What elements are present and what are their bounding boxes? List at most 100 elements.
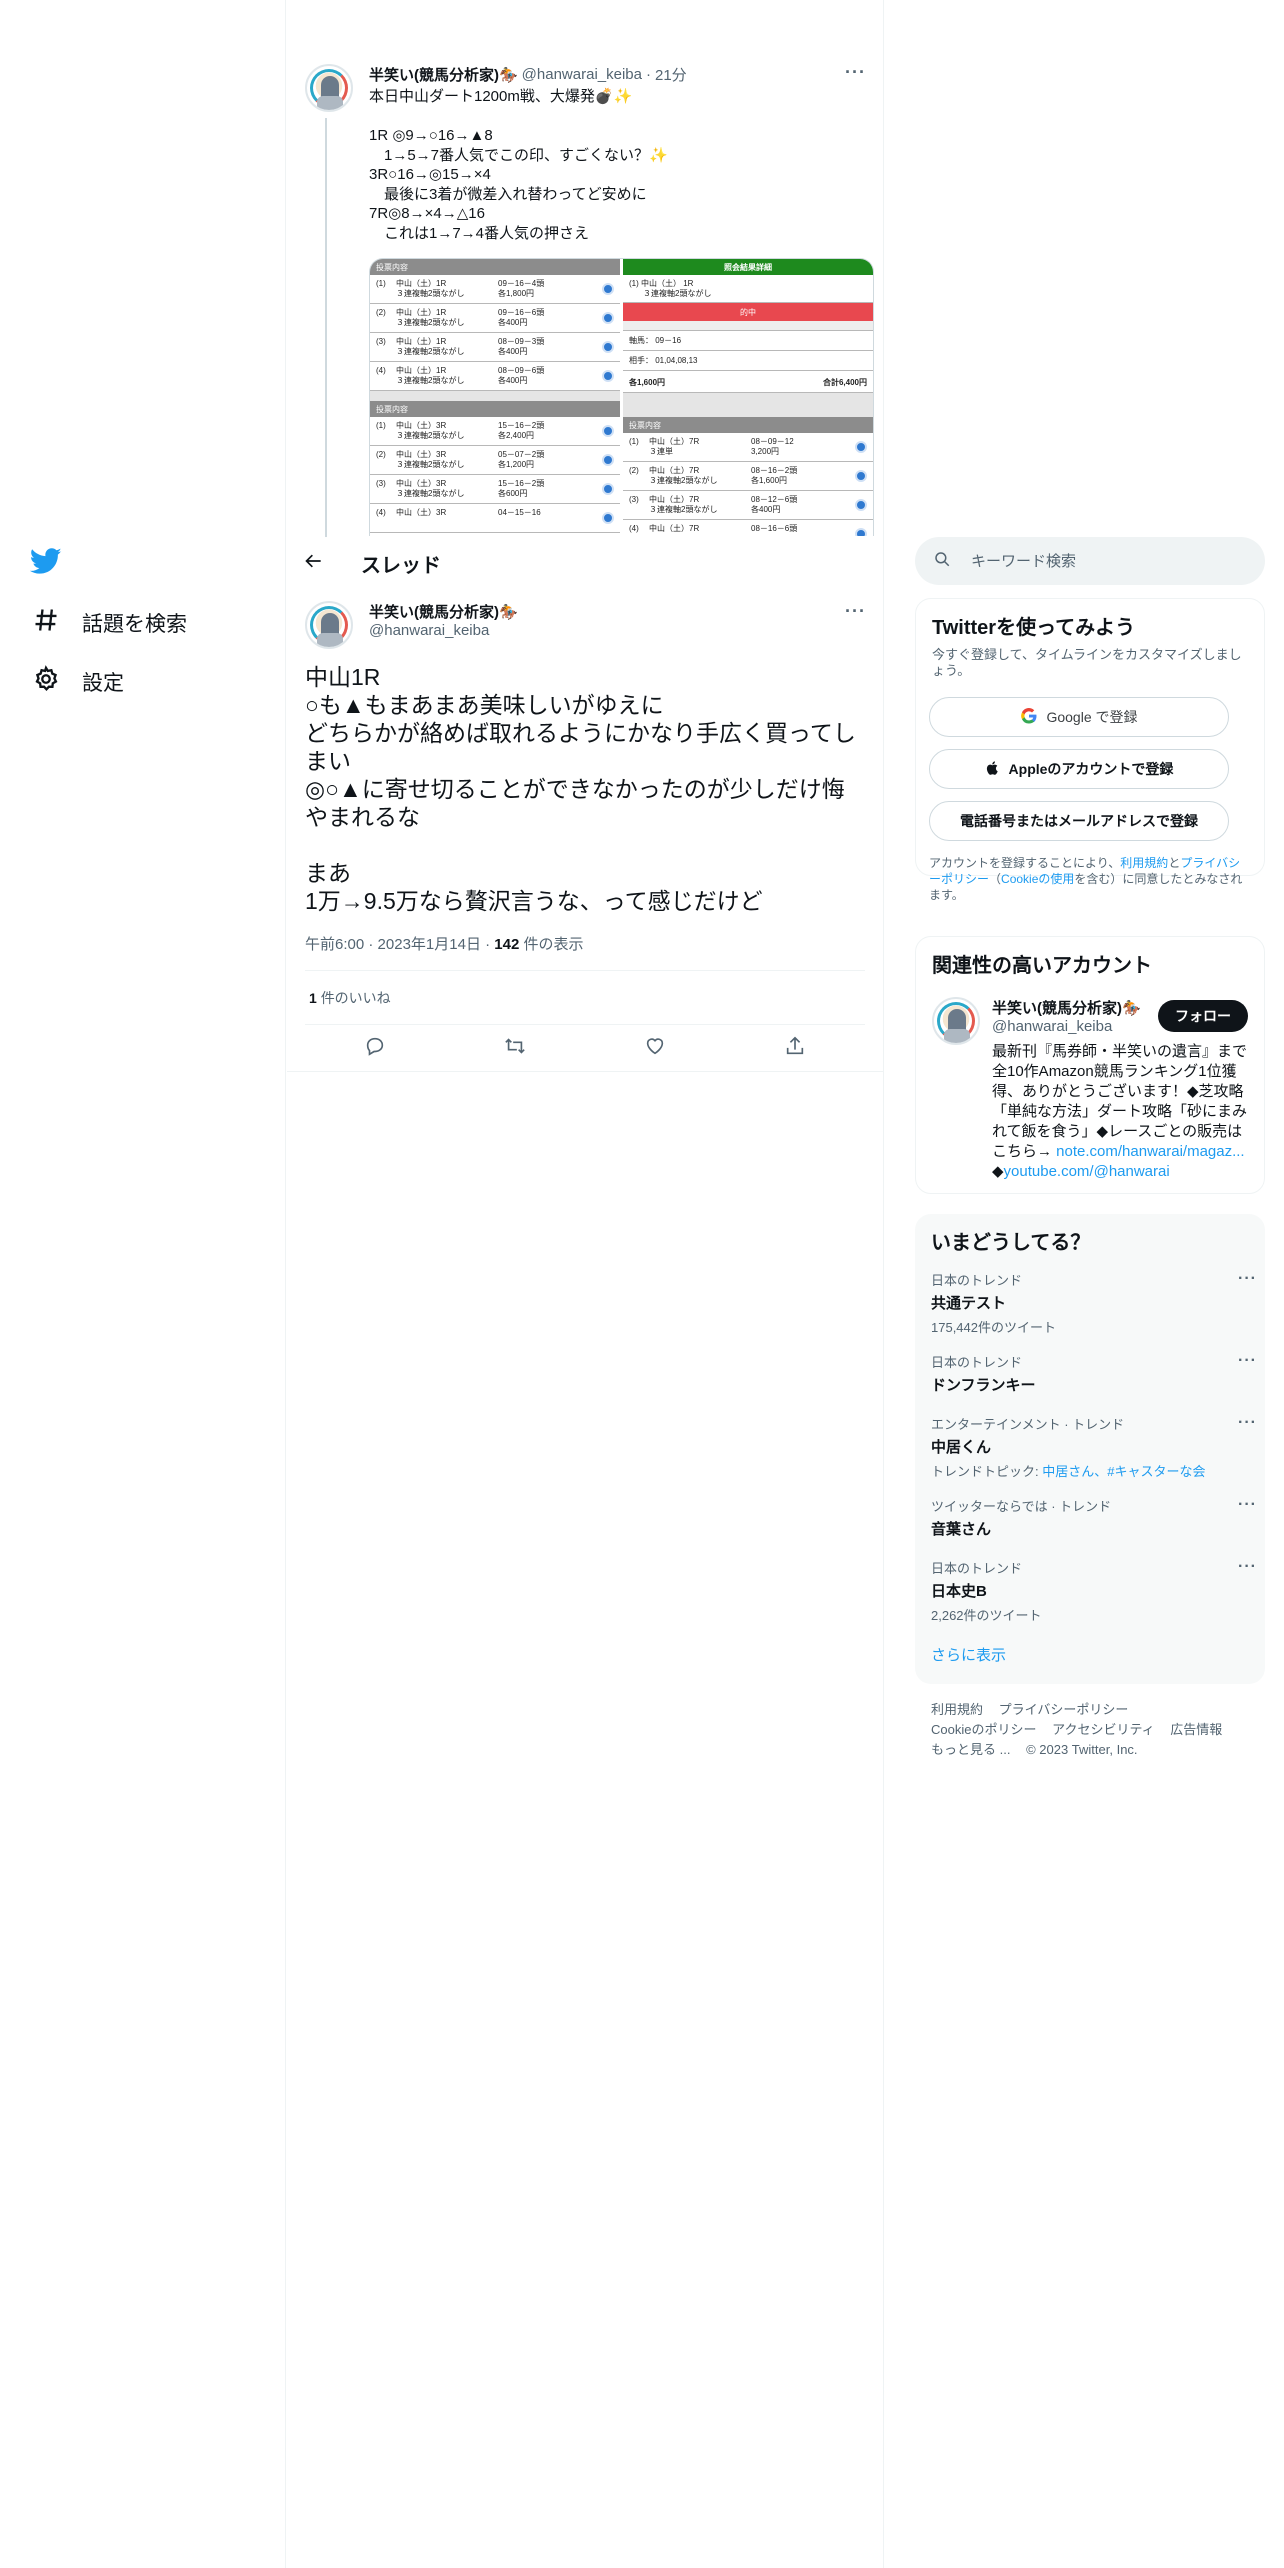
hashtag-icon xyxy=(32,606,60,640)
author-name[interactable]: 半笑い(競馬分析家)🏇 xyxy=(369,601,518,622)
slip-row-no: (3) xyxy=(376,337,386,346)
google-signup-button[interactable]: Google で登録 xyxy=(929,697,1229,737)
apple-signup-button[interactable]: Appleのアカウントで登録 xyxy=(929,749,1229,789)
cookie-link[interactable]: Cookieの使用 xyxy=(1001,872,1074,886)
slip-row-horses: 09－16－4頭 各1,800円 xyxy=(498,279,545,298)
like-count: 1 xyxy=(309,990,317,1006)
more-options-icon[interactable]: ··· xyxy=(1238,1414,1257,1432)
slip-row-race: 中山（土）1R ３連複軸2頭ながし xyxy=(396,279,465,298)
bio-link-youtube[interactable]: youtube.com/@hanwarai xyxy=(1004,1163,1170,1180)
legal-text: （ xyxy=(989,872,1002,886)
trend-context: 日本のトレンド xyxy=(931,1561,1023,1576)
tweet-time[interactable]: 午前6:00 xyxy=(305,936,364,953)
slip-row: (1) 中山（土）7R ３連単 08－09－12 3,200円 xyxy=(623,433,873,462)
like-button[interactable] xyxy=(638,1031,672,1065)
tweet-actions xyxy=(305,1025,865,1071)
nav-explore[interactable]: 話題を検索 xyxy=(32,606,187,640)
share-button[interactable] xyxy=(778,1031,812,1065)
slip-row-race: 中山（土）3R ３連複軸2頭ながし xyxy=(396,450,465,469)
slip-row-race: 中山（土）1R ３連複軸2頭ながし xyxy=(396,366,465,385)
view-label: 件の表示 xyxy=(523,936,584,953)
footer-privacy-link[interactable]: プライバシーポリシー xyxy=(999,1702,1129,1717)
separator: · xyxy=(645,66,651,83)
trend-item[interactable]: 日本のトレンド ドンフランキー ··· xyxy=(931,1352,1256,1395)
slip-hit-badge: 的中 xyxy=(623,303,873,321)
footer-ads-link[interactable]: 広告情報 xyxy=(1170,1722,1222,1737)
footer-accessibility-link[interactable]: アクセシビリティ xyxy=(1052,1722,1155,1737)
trend-count: 2,262件のツイート xyxy=(931,1608,1042,1623)
chevron-right-icon xyxy=(602,341,614,353)
nav-settings[interactable]: 設定 xyxy=(32,665,124,699)
slip-row-no: (2) xyxy=(376,450,386,459)
more-options-icon[interactable]: ··· xyxy=(1238,1558,1257,1576)
trend-item[interactable]: エンターテインメント · トレンド 中居くん トレンドトピック: 中居さん、#キャス… xyxy=(931,1414,1256,1480)
related-account-handle[interactable]: @hanwarai_keiba xyxy=(992,1018,1112,1035)
slip-row: (3) 中山（土）7R ３連複軸2頭ながし 08－12－6頭 各400円 xyxy=(623,491,873,520)
betting-slip-left: 投票内容 (1) 中山（土）1R ３連複軸2頭ながし 09－16－4頭 各1,800円(… xyxy=(370,259,620,533)
apple-signup-label: Appleのアカウントで登録 xyxy=(1008,761,1174,777)
reply-button[interactable] xyxy=(358,1031,392,1065)
slip-row-horses: 05－07－2頭 各1,200円 xyxy=(498,450,545,469)
more-options-icon[interactable]: ··· xyxy=(845,601,866,622)
slip-row-horses: 15－16－2頭 各600円 xyxy=(498,479,545,498)
bio-link-note[interactable]: note.com/hanwarai/magaz... xyxy=(1056,1143,1244,1160)
slip-row-race: 中山（土）3R ３連複軸2頭ながし xyxy=(396,421,465,440)
thread-connector-line xyxy=(325,118,327,538)
tweet-media-image[interactable]: 投票内容 (1) 中山（土）1R ３連複軸2頭ながし 09－16－4頭 各1,800円(… xyxy=(369,258,874,536)
show-more-link[interactable]: さらに表示 xyxy=(931,1644,1006,1665)
avatar[interactable] xyxy=(932,997,980,1045)
slip-row: (2) 中山（土）7R ３連複軸2頭ながし 08－16－2頭 各1,600円 xyxy=(623,462,873,491)
footer-copyright: © 2023 Twitter, Inc. xyxy=(1026,1742,1138,1757)
divider xyxy=(287,1071,883,1072)
more-options-icon[interactable]: ··· xyxy=(1238,1270,1257,1288)
more-options-icon[interactable]: ··· xyxy=(845,62,866,83)
avatar[interactable] xyxy=(305,601,353,649)
back-button[interactable] xyxy=(297,547,331,581)
slip-row-race: 中山（土）3R ３連複軸2頭ながし xyxy=(396,479,465,498)
terms-link[interactable]: 利用規約 xyxy=(1120,856,1168,870)
slip-row-race: 中山（土）3R xyxy=(396,508,447,517)
search-icon xyxy=(915,550,951,573)
slip-row-race: 中山（土）7R ３連複軸2頭ながし xyxy=(649,495,718,514)
search-input[interactable] xyxy=(971,552,1231,570)
phone-email-signup-button[interactable]: 電話番号またはメールアドレスで登録 xyxy=(929,801,1229,841)
nav-explore-label: 話題を検索 xyxy=(82,613,187,636)
tweet-text: 中山1R ○も▲もまあまあ美味しいがゆえに どちらかが絡めば取れるようにかなり手… xyxy=(305,664,856,914)
trend-topic-link[interactable]: 中居さん、#キャスターな会 xyxy=(1042,1464,1205,1479)
slip-row: (4) 中山（土）7R 08－16－6頭 xyxy=(623,520,873,536)
trend-item[interactable]: 日本のトレンド 共通テスト 175,442件のツイート ··· xyxy=(931,1270,1256,1336)
google-signup-label: Google で登録 xyxy=(1046,709,1138,725)
slip-row-no: (1) xyxy=(629,437,639,446)
trends-title: いまどうしてる？ xyxy=(931,1232,1091,1254)
like-count-link[interactable]: 1 件のいいね xyxy=(309,988,391,1008)
retweet-button[interactable] xyxy=(498,1031,532,1065)
tweet-date[interactable]: 2023年1月14日 xyxy=(378,936,481,953)
slip-row: (4) 中山（土）3R 04－15－16 xyxy=(370,504,620,533)
footer-more-link[interactable]: もっと見る ... xyxy=(931,1742,1010,1757)
author-name[interactable]: 半笑い(競馬分析家)🏇 xyxy=(369,64,518,85)
author-handle[interactable]: @hanwarai_keiba xyxy=(369,622,489,639)
slip-row-horses: 09－16－6頭 各400円 xyxy=(498,308,545,327)
more-options-icon[interactable]: ··· xyxy=(1238,1352,1257,1370)
trend-item[interactable]: 日本のトレンド 日本史B 2,262件のツイート ··· xyxy=(931,1558,1256,1624)
author-handle[interactable]: @hanwarai_keiba xyxy=(522,66,642,83)
trend-count: 175,442件のツイート xyxy=(931,1320,1056,1335)
slip-row: (1) 中山（土）3R ３連複軸2頭ながし 15－16－2頭 各2,400円 xyxy=(370,417,620,446)
search-box[interactable] xyxy=(915,537,1265,585)
footer-terms-link[interactable]: 利用規約 xyxy=(931,1702,983,1717)
trend-item[interactable]: ツイッターならでは · トレンド 音葉さん ··· xyxy=(931,1496,1256,1539)
footer-cookie-link[interactable]: Cookieのポリシー xyxy=(931,1722,1036,1737)
avatar[interactable] xyxy=(305,64,353,112)
tweet-meta: 午前6:00 · 2023年1月14日 · 142 件の表示 xyxy=(305,933,584,954)
follow-button[interactable]: フォロー xyxy=(1158,1000,1248,1032)
slip-row-horses: 08－16－2頭 各1,600円 xyxy=(751,466,798,485)
slip-row: (2) 中山（土）1R ３連複軸2頭ながし 09－16－6頭 各400円 xyxy=(370,304,620,333)
tweet-header: 半笑い(競馬分析家)🏇 @hanwarai_keiba · 21分 xyxy=(369,64,687,85)
related-account-name[interactable]: 半笑い(競馬分析家)🏇 xyxy=(992,997,1141,1018)
slip-row-race: 中山（土）1R ３連複軸2頭ながし xyxy=(396,337,465,356)
twitter-bird-icon[interactable] xyxy=(29,545,66,581)
tweet-time[interactable]: 21分 xyxy=(655,64,687,85)
more-options-icon[interactable]: ··· xyxy=(1238,1496,1257,1514)
left-nav: 話題を検索 設定 xyxy=(0,0,286,2568)
trend-context: 日本のトレンド xyxy=(931,1273,1023,1288)
